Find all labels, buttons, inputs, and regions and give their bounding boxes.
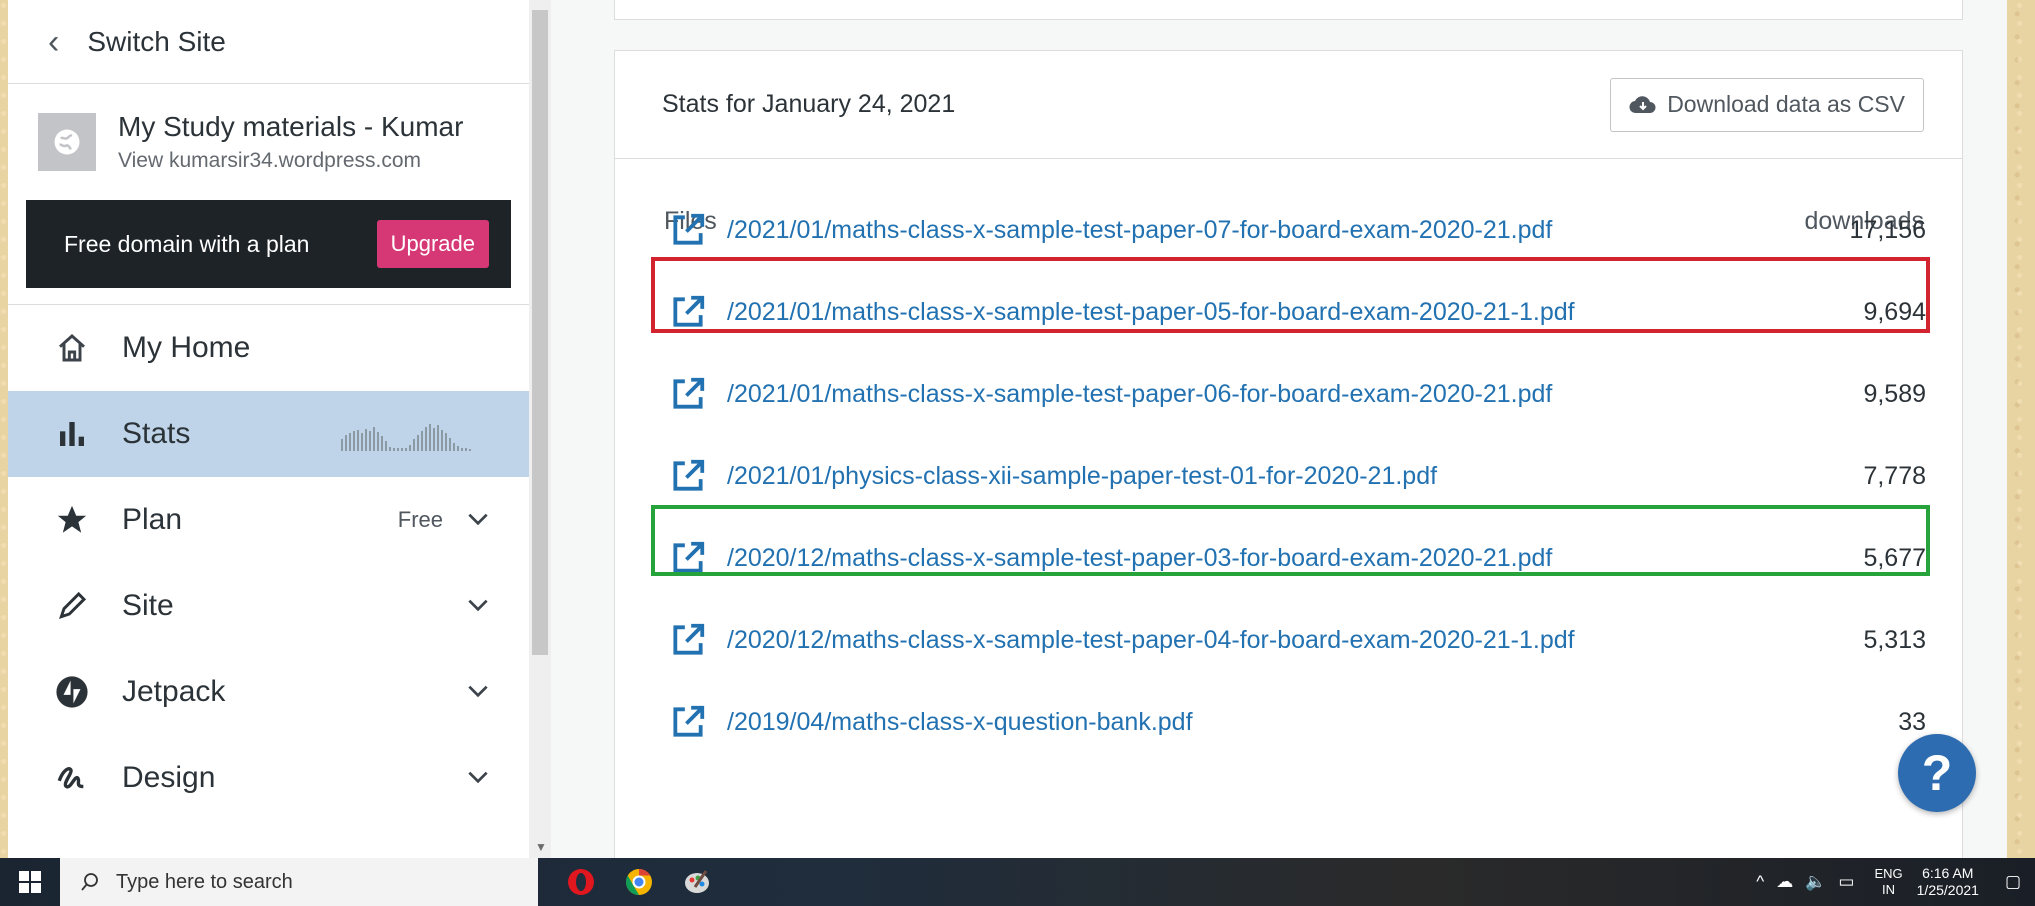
jetpack-icon — [52, 672, 92, 712]
previous-card — [614, 0, 1963, 20]
table-row[interactable]: /2021/01/physics-class-xii-sample-paper-… — [615, 435, 1962, 517]
sidebar-item-design[interactable]: Design — [8, 735, 529, 821]
download-csv-button[interactable]: Download data as CSV — [1610, 77, 1924, 132]
scrollbar-thumb[interactable] — [532, 10, 548, 655]
download-count: 5,677 — [1863, 543, 1926, 572]
table-row[interactable]: /2020/12/maths-class-x-sample-test-paper… — [615, 599, 1962, 681]
file-link[interactable]: /2021/01/maths-class-x-sample-test-paper… — [727, 298, 1575, 327]
taskbar-search-box[interactable]: Type here to search — [60, 858, 538, 906]
sidebar-item-site[interactable]: Site — [8, 563, 529, 649]
external-link-icon[interactable] — [669, 621, 707, 659]
sidebar-item-label: Plan — [122, 503, 183, 536]
card-header: Stats for January 24, 2021 Download data… — [615, 51, 1962, 159]
plan-badge: Free — [397, 507, 443, 532]
opera-icon[interactable] — [552, 858, 610, 906]
windows-start-icon[interactable] — [0, 858, 60, 906]
free-domain-promo: Free domain with a plan Upgrade — [26, 200, 511, 288]
sidebar-item-stats[interactable]: Stats — [8, 391, 529, 477]
sidebar-item-my-home[interactable]: My Home — [8, 305, 529, 391]
clock-time: 6:16 AM — [1922, 865, 1974, 881]
chevron-down-icon — [468, 685, 488, 698]
volume-icon[interactable]: 🔈 — [1805, 872, 1826, 892]
chevron-left-icon: ‹ — [48, 22, 60, 61]
table-row[interactable]: /2019/04/maths-class-x-question-bank.pdf… — [615, 681, 1962, 763]
help-button[interactable]: ? — [1898, 734, 1976, 812]
language-indicator[interactable]: ENG IN — [1874, 866, 1902, 898]
download-count: 33 — [1898, 707, 1926, 736]
switch-site-button[interactable]: ‹ Switch Site — [8, 0, 529, 84]
pencil-icon — [52, 586, 92, 626]
windows-taskbar: Type here to search ^ ☁ 🔈 ▭ ENG IN 6:16 … — [0, 858, 2035, 906]
scroll-down-icon[interactable]: ▼ — [535, 840, 547, 854]
file-link[interactable]: /2021/01/physics-class-xii-sample-paper-… — [727, 462, 1437, 491]
promo-text: Free domain with a plan — [64, 230, 310, 257]
sidebar-item-jetpack[interactable]: Jetpack — [8, 649, 529, 735]
search-icon — [81, 873, 98, 891]
cloud-download-icon — [1629, 95, 1656, 113]
external-link-icon[interactable] — [669, 539, 707, 577]
sidebar-scrollbar[interactable]: ▼ — [529, 0, 551, 858]
chevron-down-icon — [468, 513, 488, 526]
table-row[interactable]: /2021/01/maths-class-x-sample-test-paper… — [615, 271, 1962, 353]
lang-code: ENG — [1874, 866, 1903, 881]
file-link[interactable]: /2020/12/maths-class-x-sample-test-paper… — [727, 544, 1552, 573]
upgrade-button[interactable]: Upgrade — [376, 220, 489, 268]
external-link-icon[interactable] — [669, 703, 707, 741]
star-icon — [52, 500, 92, 540]
chevron-down-icon — [468, 599, 488, 612]
file-link[interactable]: /2019/04/maths-class-x-question-bank.pdf — [727, 708, 1193, 737]
search-placeholder: Type here to search — [116, 870, 293, 893]
download-count: 5,313 — [1863, 625, 1926, 654]
download-count: 9,694 — [1863, 297, 1926, 326]
globe-icon — [38, 113, 96, 171]
external-link-icon[interactable] — [669, 375, 707, 413]
card-title: Stats for January 24, 2021 — [662, 90, 956, 118]
file-link[interactable]: /2021/01/maths-class-x-sample-test-paper… — [727, 380, 1552, 409]
external-link-icon[interactable] — [669, 211, 707, 249]
sidebar: ‹ Switch Site My Study materials - Kumar… — [8, 0, 529, 858]
home-icon — [52, 328, 92, 368]
table-row[interactable]: /2021/01/maths-class-x-sample-test-paper… — [615, 189, 1962, 271]
paint-icon[interactable] — [668, 858, 726, 906]
sidebar-item-label: Stats — [122, 417, 191, 450]
system-tray: ^ ☁ 🔈 ▭ ENG IN 6:16 AM 1/25/2021 ▢ — [1750, 858, 2035, 906]
chevron-up-icon[interactable]: ^ — [1756, 872, 1764, 892]
sidebar-item-label: Site — [122, 589, 174, 622]
sidebar-item-label: My Home — [122, 331, 251, 364]
download-count: 7,778 — [1863, 461, 1926, 490]
download-count: 17,156 — [1849, 215, 1926, 244]
sidebar-item-plan[interactable]: Plan Free — [8, 477, 529, 563]
notification-icon[interactable]: ▢ — [2005, 872, 2021, 892]
page-margin — [2007, 0, 2035, 858]
onedrive-icon[interactable]: ☁ — [1776, 872, 1793, 892]
file-downloads-card: Stats for January 24, 2021 Download data… — [614, 50, 1963, 880]
chrome-icon[interactable] — [610, 858, 668, 906]
network-icon[interactable]: ▭ — [1838, 872, 1854, 892]
download-count: 9,589 — [1863, 379, 1926, 408]
stats-icon — [52, 414, 92, 454]
clock-date: 1/25/2021 — [1916, 882, 1979, 898]
site-name: My Study materials - Kumar — [118, 111, 464, 142]
table-row[interactable]: /2020/12/maths-class-x-sample-test-paper… — [615, 517, 1962, 599]
site-card[interactable]: My Study materials - Kumar View kumarsir… — [8, 84, 529, 200]
sidebar-item-label: Jetpack — [122, 675, 226, 708]
file-link[interactable]: /2020/12/maths-class-x-sample-test-paper… — [727, 626, 1575, 655]
design-icon — [52, 758, 92, 798]
lang-region: IN — [1882, 882, 1896, 897]
switch-site-label: Switch Site — [87, 25, 226, 57]
file-link[interactable]: /2021/01/maths-class-x-sample-test-paper… — [727, 216, 1552, 245]
download-csv-label: Download data as CSV — [1667, 91, 1905, 117]
table-row[interactable]: /2021/01/maths-class-x-sample-test-paper… — [615, 353, 1962, 435]
sidebar-item-label: Design — [122, 761, 216, 794]
chevron-down-icon — [468, 771, 488, 784]
external-link-icon[interactable] — [669, 293, 707, 331]
external-link-icon[interactable] — [669, 457, 707, 495]
view-site-link[interactable]: View kumarsir34.wordpress.com — [118, 149, 463, 173]
stats-sparkline — [341, 424, 471, 451]
clock[interactable]: 6:16 AM 1/25/2021 — [1917, 865, 1979, 899]
